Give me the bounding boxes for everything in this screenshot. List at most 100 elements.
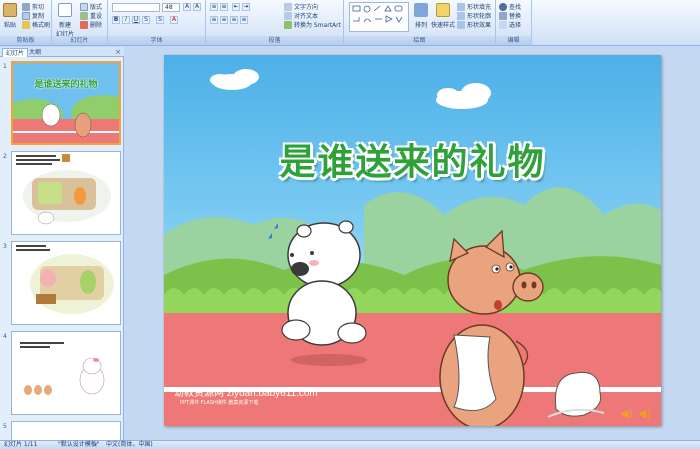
strikethrough-button[interactable]: S bbox=[142, 16, 150, 24]
status-bar: 幻灯片 1/11 "默认设计模板" ✓ 中文(简体，中国) bbox=[0, 440, 700, 449]
quick-styles-icon bbox=[436, 3, 450, 17]
scissors-icon bbox=[22, 2, 30, 11]
slide-canvas: 是谁送来的礼物 幼教资源网 ziyuan.baby611.com PPT课件 F… bbox=[125, 47, 700, 440]
font-name-combo[interactable] bbox=[112, 3, 160, 12]
delete-button[interactable]: 删除 bbox=[80, 20, 102, 29]
replace-button[interactable]: 替换 bbox=[499, 11, 521, 20]
drawing-label: 绘图 bbox=[344, 36, 495, 45]
thumb-number: 3 bbox=[3, 243, 7, 250]
text-direction-button[interactable]: 文字方向 bbox=[284, 2, 318, 11]
thumb-number: 4 bbox=[3, 333, 7, 340]
tab-outline[interactable]: 大纲 bbox=[26, 48, 44, 57]
paste-button[interactable]: 粘贴 bbox=[3, 3, 17, 29]
format-painter-button[interactable]: 格式刷 bbox=[22, 20, 50, 29]
effects-icon bbox=[457, 20, 465, 29]
reset-button[interactable]: 重设 bbox=[80, 11, 102, 20]
underline-button[interactable]: U bbox=[132, 16, 140, 24]
select-button[interactable]: 选择 bbox=[499, 20, 521, 29]
reset-icon bbox=[80, 11, 88, 20]
clipboard-label: 剪贴板 bbox=[0, 36, 51, 45]
copy-button[interactable]: 复制 bbox=[22, 11, 44, 20]
shadow-button[interactable]: S bbox=[156, 16, 164, 24]
shape-effects-button[interactable]: 形状效果 bbox=[457, 20, 491, 29]
slide-thumbnail-3[interactable] bbox=[11, 241, 121, 325]
font-label: 字体 bbox=[108, 36, 205, 45]
slides-label: 幻灯片 bbox=[52, 36, 107, 45]
thumbnail-1-title: 是谁送来的礼物 bbox=[34, 80, 98, 90]
binoculars-icon bbox=[499, 2, 507, 11]
increase-indent-button[interactable]: ⇥ bbox=[242, 3, 250, 11]
font-group: 48 A A B I U S S A 字体 bbox=[108, 0, 206, 46]
bold-button[interactable]: B bbox=[112, 16, 120, 24]
smartart-icon bbox=[284, 20, 292, 29]
close-panel-icon[interactable]: × bbox=[115, 48, 121, 56]
layout-button[interactable]: 版式 bbox=[80, 2, 102, 11]
slide[interactable]: 是谁送来的礼物 幼教资源网 ziyuan.baby611.com PPT课件 F… bbox=[164, 55, 661, 426]
shrink-font-button[interactable]: A bbox=[193, 3, 201, 11]
clipboard-group: 粘贴 剪切 复制 格式刷 剪贴板 bbox=[0, 0, 52, 46]
numbering-button[interactable]: ≡ bbox=[220, 3, 228, 11]
slide-thumbnail-1[interactable]: 是谁送来的礼物 bbox=[11, 61, 121, 145]
thumbnail-4-image bbox=[12, 332, 120, 414]
tab-slides[interactable]: 幻灯片 bbox=[2, 48, 29, 57]
speaker-icon-left[interactable]: ◀) bbox=[620, 407, 633, 420]
slide-thumbnail-5[interactable] bbox=[11, 421, 121, 440]
slide-thumbnail-4[interactable] bbox=[11, 331, 121, 415]
find-button[interactable]: 查找 bbox=[499, 2, 521, 11]
spellcheck-icon[interactable]: ✓ bbox=[94, 441, 99, 449]
watermark-subtext: PPT课件 FLASH课件 教案资源下载 bbox=[180, 400, 259, 406]
shapes-icon bbox=[352, 5, 403, 23]
paragraph-group: ≡ ≡ ⇤ ⇥ ≡ ≡ ≡ ≡ 文字方向 对齐文本 转换为 SmartArt 段… bbox=[206, 0, 344, 46]
slide-title[interactable]: 是谁送来的礼物 bbox=[164, 133, 661, 185]
pen-icon bbox=[457, 11, 465, 20]
shape-outline-button[interactable]: 形状轮廓 bbox=[457, 11, 491, 20]
thumb-number: 1 bbox=[3, 63, 7, 70]
copy-icon bbox=[22, 11, 30, 20]
thumbnail-2-image bbox=[12, 152, 120, 234]
align-right-button[interactable]: ≡ bbox=[230, 16, 238, 24]
cut-button[interactable]: 剪切 bbox=[22, 2, 44, 11]
thumb-number: 5 bbox=[3, 423, 7, 430]
layout-icon bbox=[80, 2, 88, 11]
font-size-combo[interactable]: 48 bbox=[162, 3, 180, 12]
font-color-button[interactable]: A bbox=[170, 16, 178, 24]
grow-font-button[interactable]: A bbox=[183, 3, 191, 11]
slide-counter: 幻灯片 1/11 bbox=[4, 441, 38, 448]
text-direction-icon bbox=[284, 2, 292, 11]
language-indicator[interactable]: 中文(简体，中国) bbox=[106, 441, 153, 449]
thumbnail-3-image bbox=[12, 242, 120, 324]
editing-label: 编辑 bbox=[496, 36, 531, 45]
slide-background bbox=[164, 69, 661, 426]
arrange-icon bbox=[414, 3, 428, 17]
align-text-icon bbox=[284, 11, 292, 20]
justify-button[interactable]: ≡ bbox=[240, 16, 248, 24]
align-text-button[interactable]: 对齐文本 bbox=[284, 11, 318, 20]
bullets-button[interactable]: ≡ bbox=[210, 3, 218, 11]
drawing-group: 排列 快速样式 形状填充 形状轮廓 形状效果 绘图 bbox=[344, 0, 496, 46]
smartart-button[interactable]: 转换为 SmartArt bbox=[284, 20, 341, 29]
shapes-gallery[interactable] bbox=[349, 2, 409, 32]
speaker-icon-right[interactable]: ◀) bbox=[638, 407, 651, 420]
italic-button[interactable]: I bbox=[122, 16, 130, 24]
slides-panel: 幻灯片 大纲 × 1 是谁送来的礼物 2 3 4 5 bbox=[0, 47, 124, 440]
watermark-text: 幼教资源网 ziyuan.baby611.com bbox=[174, 388, 318, 399]
thumb-number: 2 bbox=[3, 153, 7, 160]
thumbnail-1-image bbox=[13, 63, 119, 143]
cursor-icon bbox=[499, 20, 507, 29]
panel-tabs: 幻灯片 大纲 × bbox=[0, 47, 124, 57]
new-slide-icon bbox=[58, 3, 72, 17]
fill-bucket-icon bbox=[457, 2, 465, 11]
new-slide-button[interactable]: 新建 幻灯片 bbox=[56, 3, 74, 38]
align-center-button[interactable]: ≡ bbox=[220, 16, 228, 24]
slide-thumbnail-2[interactable] bbox=[11, 151, 121, 235]
decrease-indent-button[interactable]: ⇤ bbox=[232, 3, 240, 11]
quick-styles-button[interactable]: 快速样式 bbox=[431, 3, 455, 29]
shape-fill-button[interactable]: 形状填充 bbox=[457, 2, 491, 11]
replace-icon bbox=[499, 11, 507, 20]
paragraph-label: 段落 bbox=[206, 36, 343, 45]
slides-group: 新建 幻灯片 版式 重设 删除 幻灯片 bbox=[52, 0, 108, 46]
align-left-button[interactable]: ≡ bbox=[210, 16, 218, 24]
ribbon: 粘贴 剪切 复制 格式刷 剪贴板 新建 幻灯片 版式 重设 删除 幻灯片 48 … bbox=[0, 0, 700, 46]
arrange-button[interactable]: 排列 bbox=[414, 3, 428, 29]
cloud-right bbox=[436, 83, 491, 109]
